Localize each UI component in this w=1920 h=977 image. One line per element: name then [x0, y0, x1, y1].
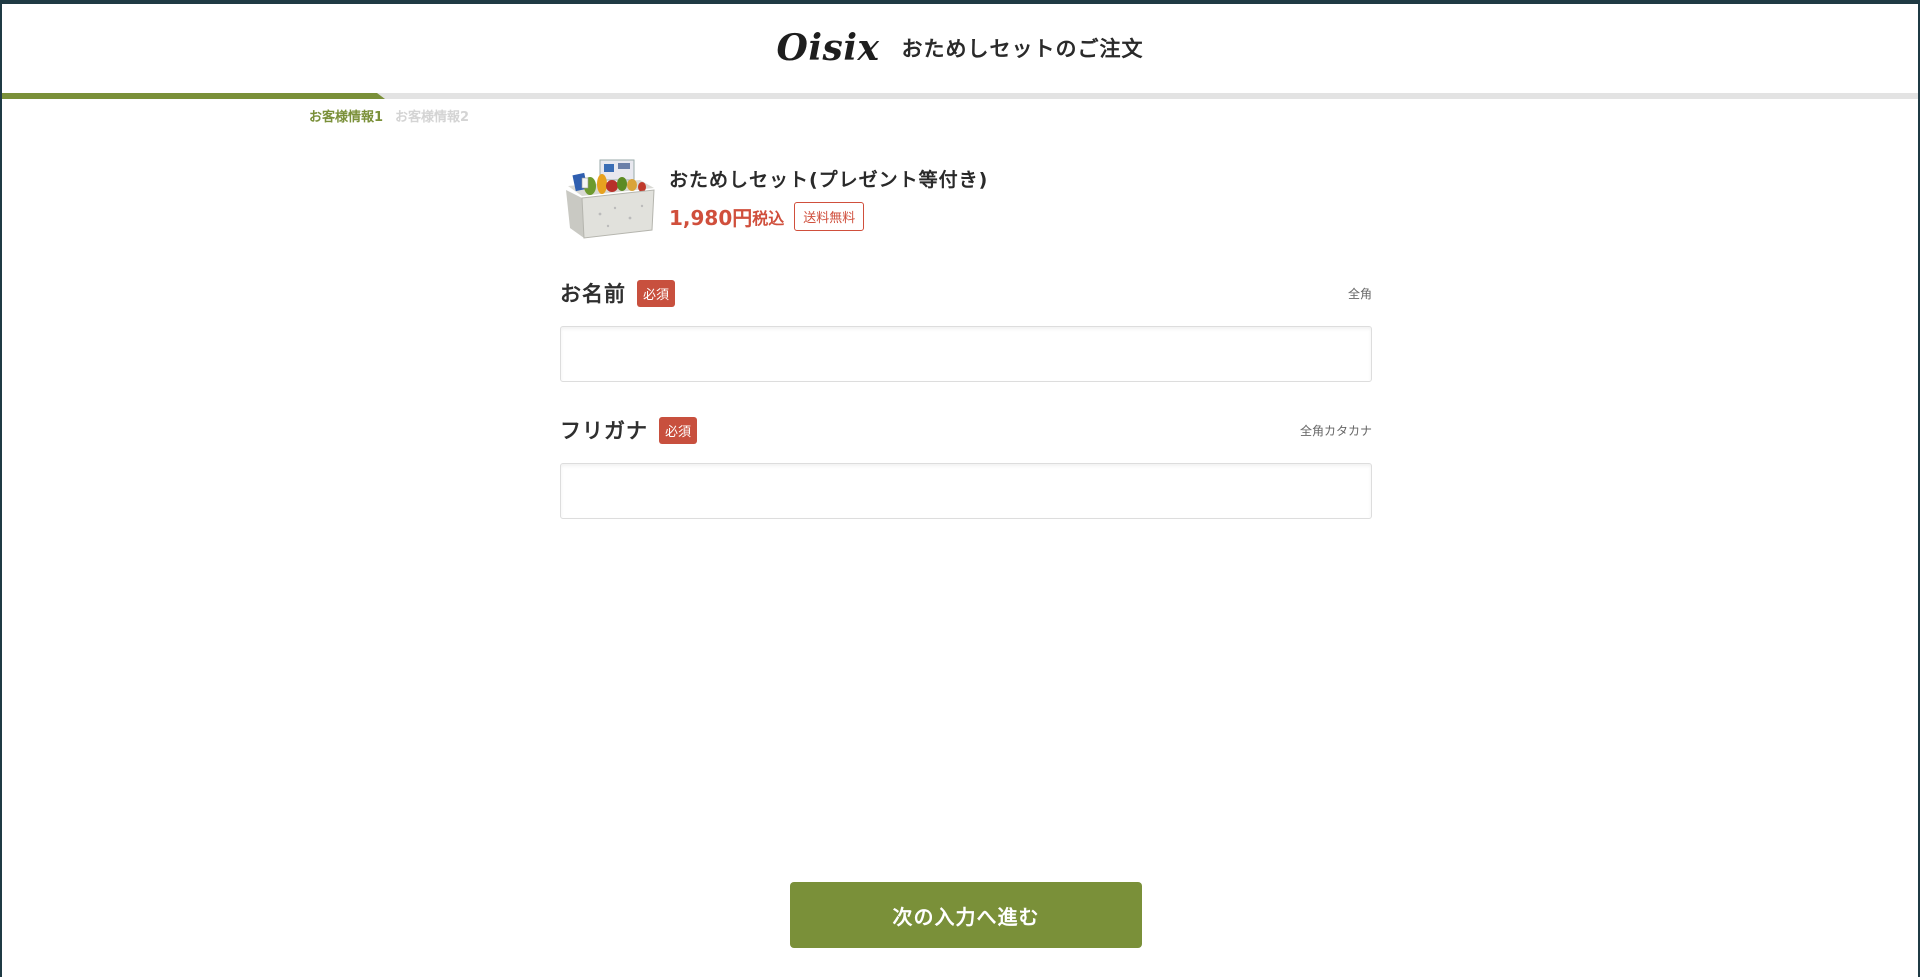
page-title: おためしセットのご注文 [901, 37, 1144, 61]
name-field-group: お名前 必須 全角 [560, 278, 1372, 382]
product-summary: おためしセット(プレゼント等付き) 1,980円 税込 送料無料 [560, 156, 1372, 240]
step-indicator: お客様情報1 お客様情報2 [309, 106, 469, 125]
product-price: 1,980円 [669, 206, 753, 230]
tax-label: 税込 [752, 208, 785, 228]
progress-bar [2, 93, 1918, 99]
step-1: お客様情報1 [309, 110, 384, 125]
product-name: おためしセット(プレゼント等付き) [669, 169, 989, 191]
required-badge: 必須 [637, 279, 676, 307]
furigana-input[interactable] [560, 463, 1372, 519]
vegetable-box-icon [566, 159, 655, 239]
free-shipping-badge: 送料無料 [794, 202, 865, 231]
product-info: おためしセット(プレゼント等付き) 1,980円 税込 送料無料 [669, 165, 988, 231]
step-2: お客様情報2 [395, 110, 470, 125]
furigana-label: フリガナ [560, 419, 648, 443]
header: Oisix おためしセットのご注文 [2, 4, 1918, 92]
furigana-field-group: フリガナ 必須 全角カタカナ [560, 415, 1372, 519]
name-hint: 全角 [1347, 286, 1372, 301]
furigana-label-wrap: フリガナ 必須 [560, 415, 698, 445]
name-input[interactable] [560, 326, 1372, 382]
progress-fill [2, 93, 385, 99]
page: Oisix おためしセットのご注文 お客様情報1 お客様情報2 おためしセット(… [0, 0, 1920, 977]
furigana-hint: 全角カタカナ [1299, 423, 1372, 438]
name-field-header: お名前 必須 全角 [560, 278, 1372, 308]
name-label-wrap: お名前 必須 [560, 278, 676, 308]
name-label: お名前 [560, 282, 626, 306]
oisix-logo[interactable]: Oisix [777, 27, 880, 69]
price-row: 1,980円 税込 送料無料 [669, 202, 988, 231]
furigana-field-header: フリガナ 必須 全角カタカナ [560, 415, 1372, 445]
product-image [560, 156, 658, 240]
required-badge: 必須 [659, 416, 698, 444]
next-step-button[interactable]: 次の入力へ進む [790, 882, 1142, 948]
